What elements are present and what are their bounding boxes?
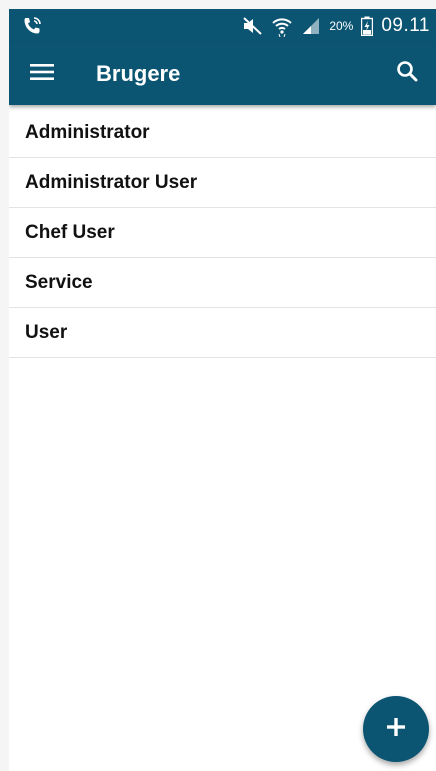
phone-call-icon [21, 15, 43, 37]
user-name: Administrator User [25, 171, 198, 193]
user-name: User [25, 321, 68, 343]
clock: 09.11 [381, 15, 430, 36]
user-list-item-user[interactable]: User [9, 308, 436, 358]
search-button[interactable] [392, 58, 422, 88]
wifi-icon [271, 15, 293, 37]
add-user-button[interactable] [363, 696, 429, 762]
menu-button[interactable] [27, 60, 57, 88]
user-list-item-chef-user[interactable]: Chef User [9, 208, 436, 258]
page-title: Brugere [96, 61, 181, 86]
plus-icon [386, 717, 406, 742]
mute-icon [241, 16, 263, 36]
search-icon [396, 60, 418, 87]
user-list: Administrator Administrator User Chef Us… [9, 108, 436, 358]
user-name: Service [25, 271, 93, 293]
user-list-item-administrator-user[interactable]: Administrator User [9, 158, 436, 208]
user-name: Administrator [25, 121, 150, 143]
menu-icon [30, 63, 54, 86]
battery-charging-icon [361, 16, 374, 36]
battery-level: 20% [329, 19, 354, 33]
signal-icon [301, 17, 321, 35]
user-list-item-administrator[interactable]: Administrator [9, 108, 436, 158]
status-bar: 20% 09.11 [9, 9, 436, 43]
app-bar: Brugere [9, 43, 436, 105]
app-screen: 20% 09.11 Brugere Administrator Administ… [9, 9, 436, 771]
user-list-item-service[interactable]: Service [9, 258, 436, 308]
user-name: Chef User [25, 221, 115, 243]
